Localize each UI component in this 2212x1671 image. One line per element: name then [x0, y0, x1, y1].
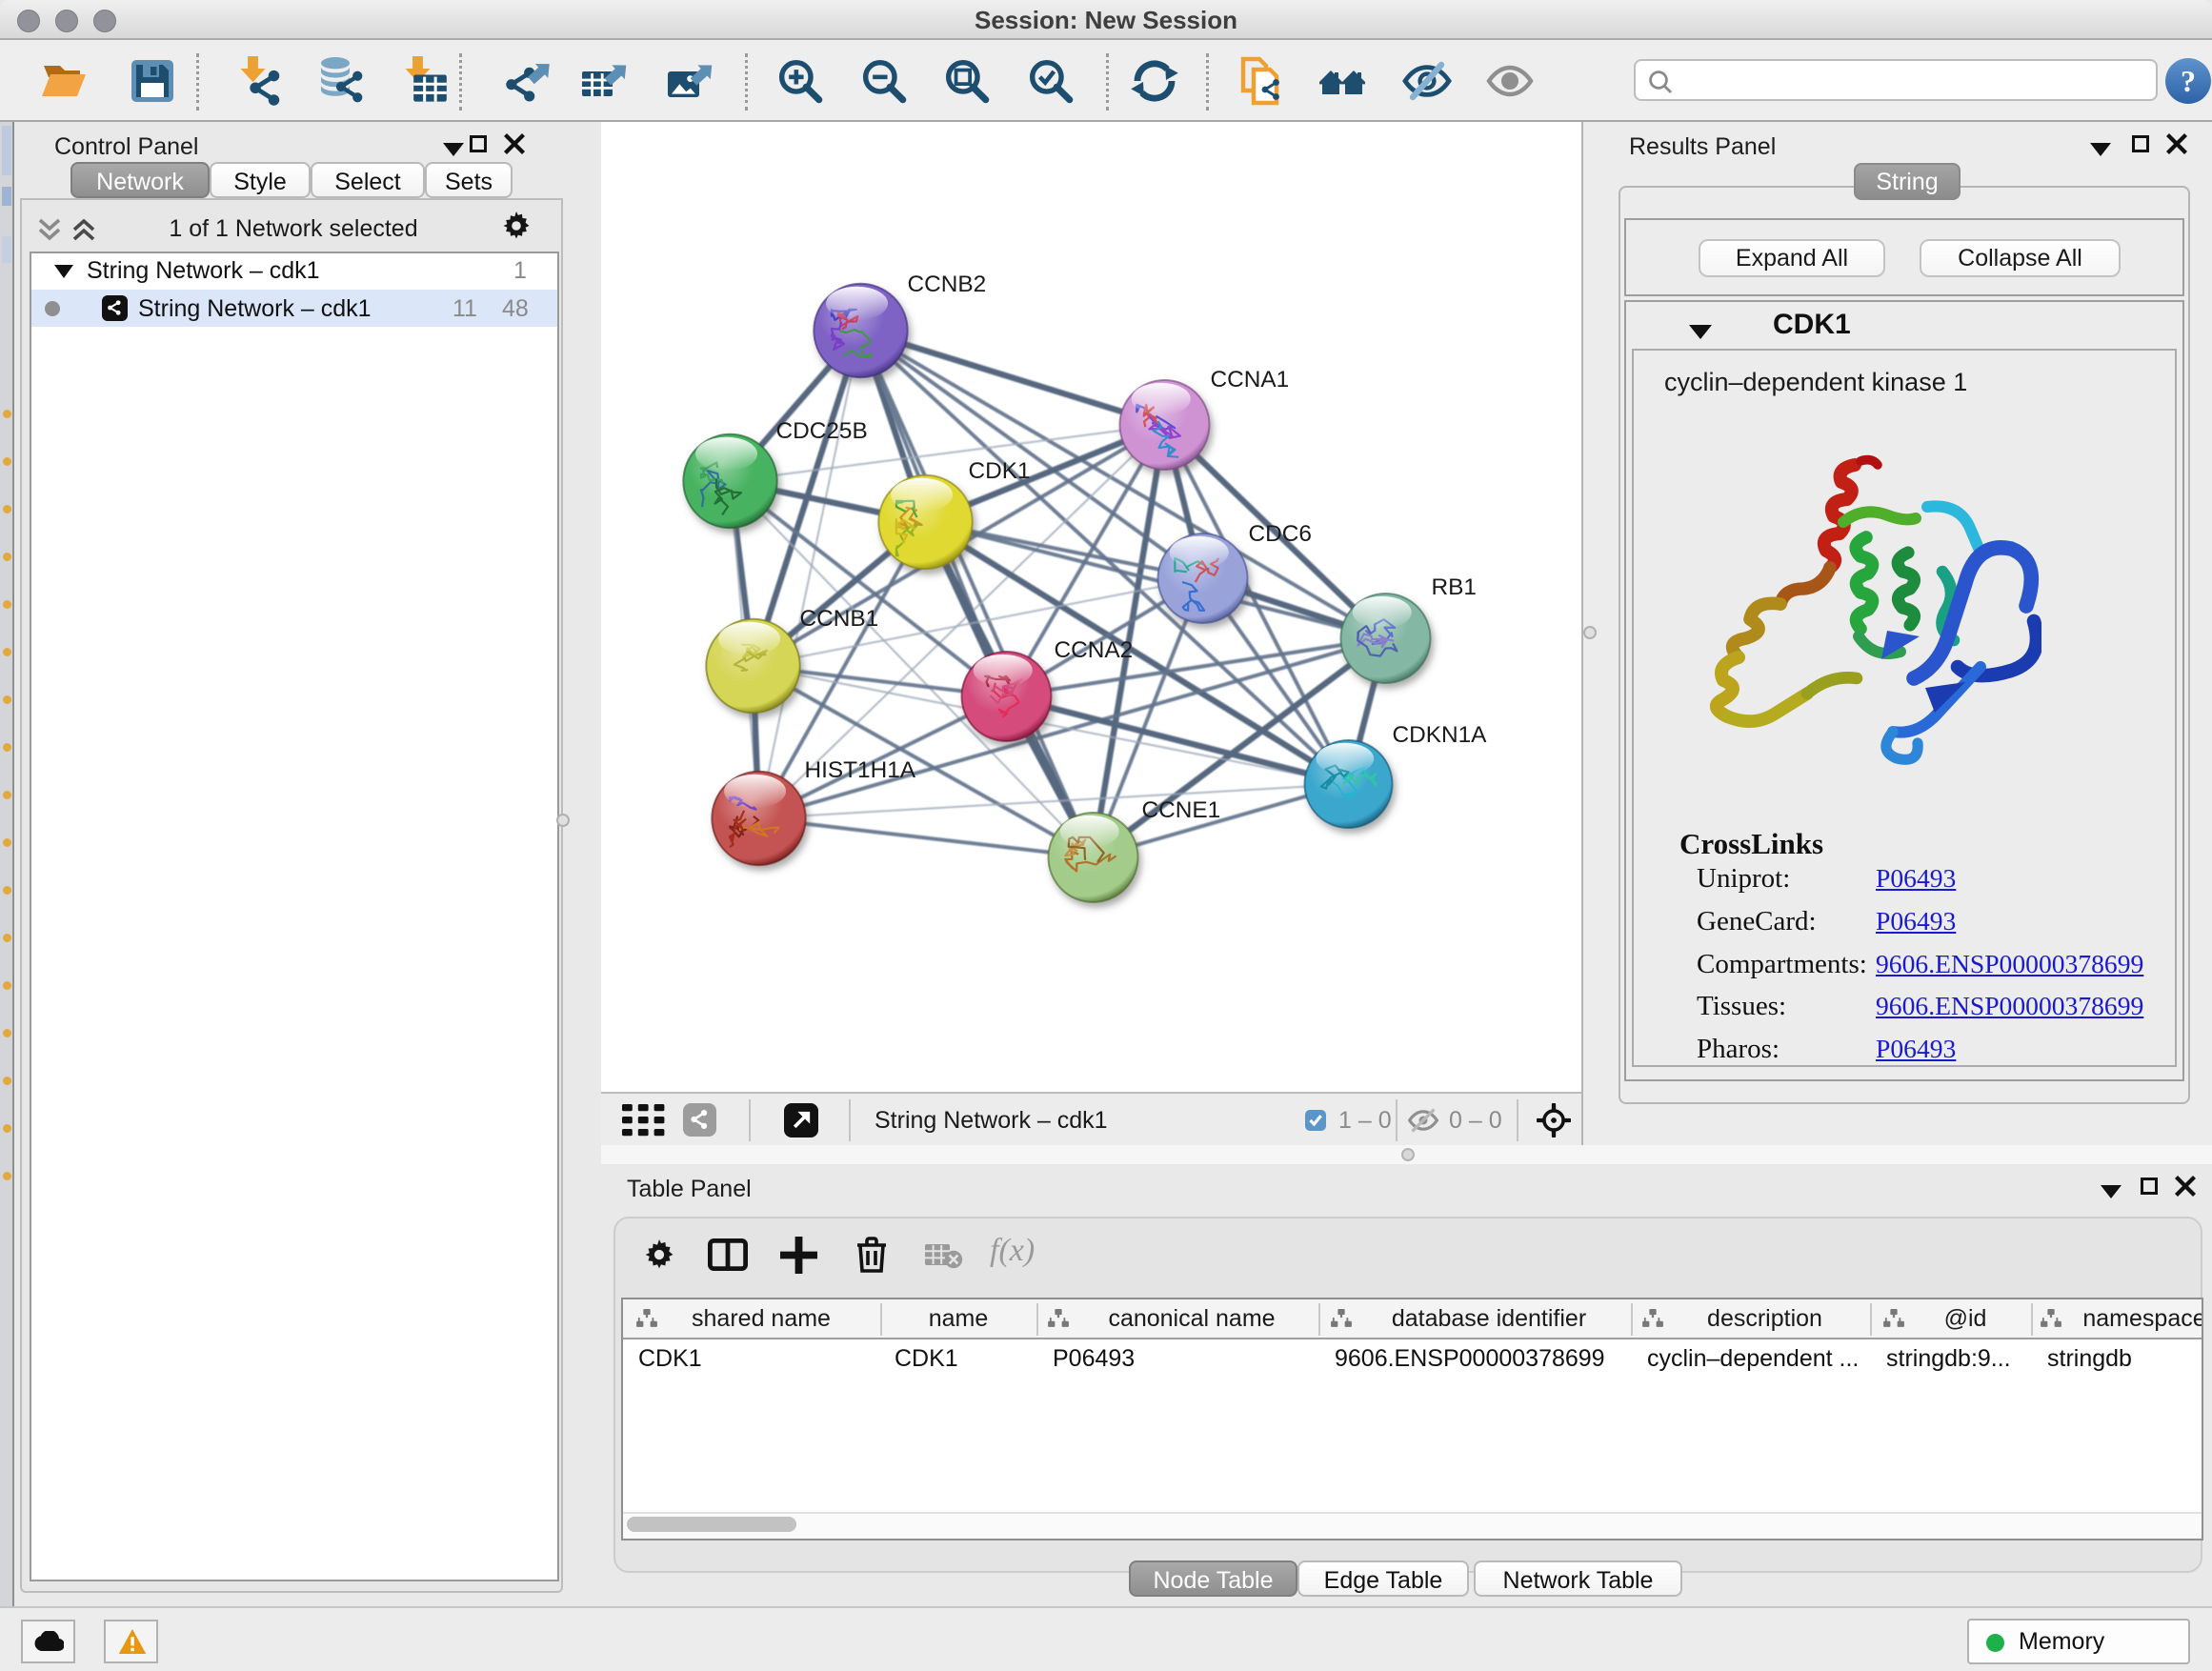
svg-text:HIST1H1A: HIST1H1A: [805, 757, 916, 783]
svg-text:CDC6: CDC6: [1249, 521, 1312, 547]
svg-text:CCNB1: CCNB1: [800, 606, 879, 632]
svg-text:CCNE1: CCNE1: [1142, 797, 1221, 823]
svg-text:CDC25B: CDC25B: [776, 418, 868, 444]
svg-text:CCNB2: CCNB2: [908, 272, 987, 297]
svg-text:CCNA2: CCNA2: [1055, 637, 1134, 663]
svg-text:CCNA1: CCNA1: [1211, 367, 1290, 393]
svg-text:RB1: RB1: [1432, 574, 1477, 600]
svg-text:CDK1: CDK1: [969, 458, 1031, 484]
svg-text:CDKN1A: CDKN1A: [1393, 722, 1488, 748]
